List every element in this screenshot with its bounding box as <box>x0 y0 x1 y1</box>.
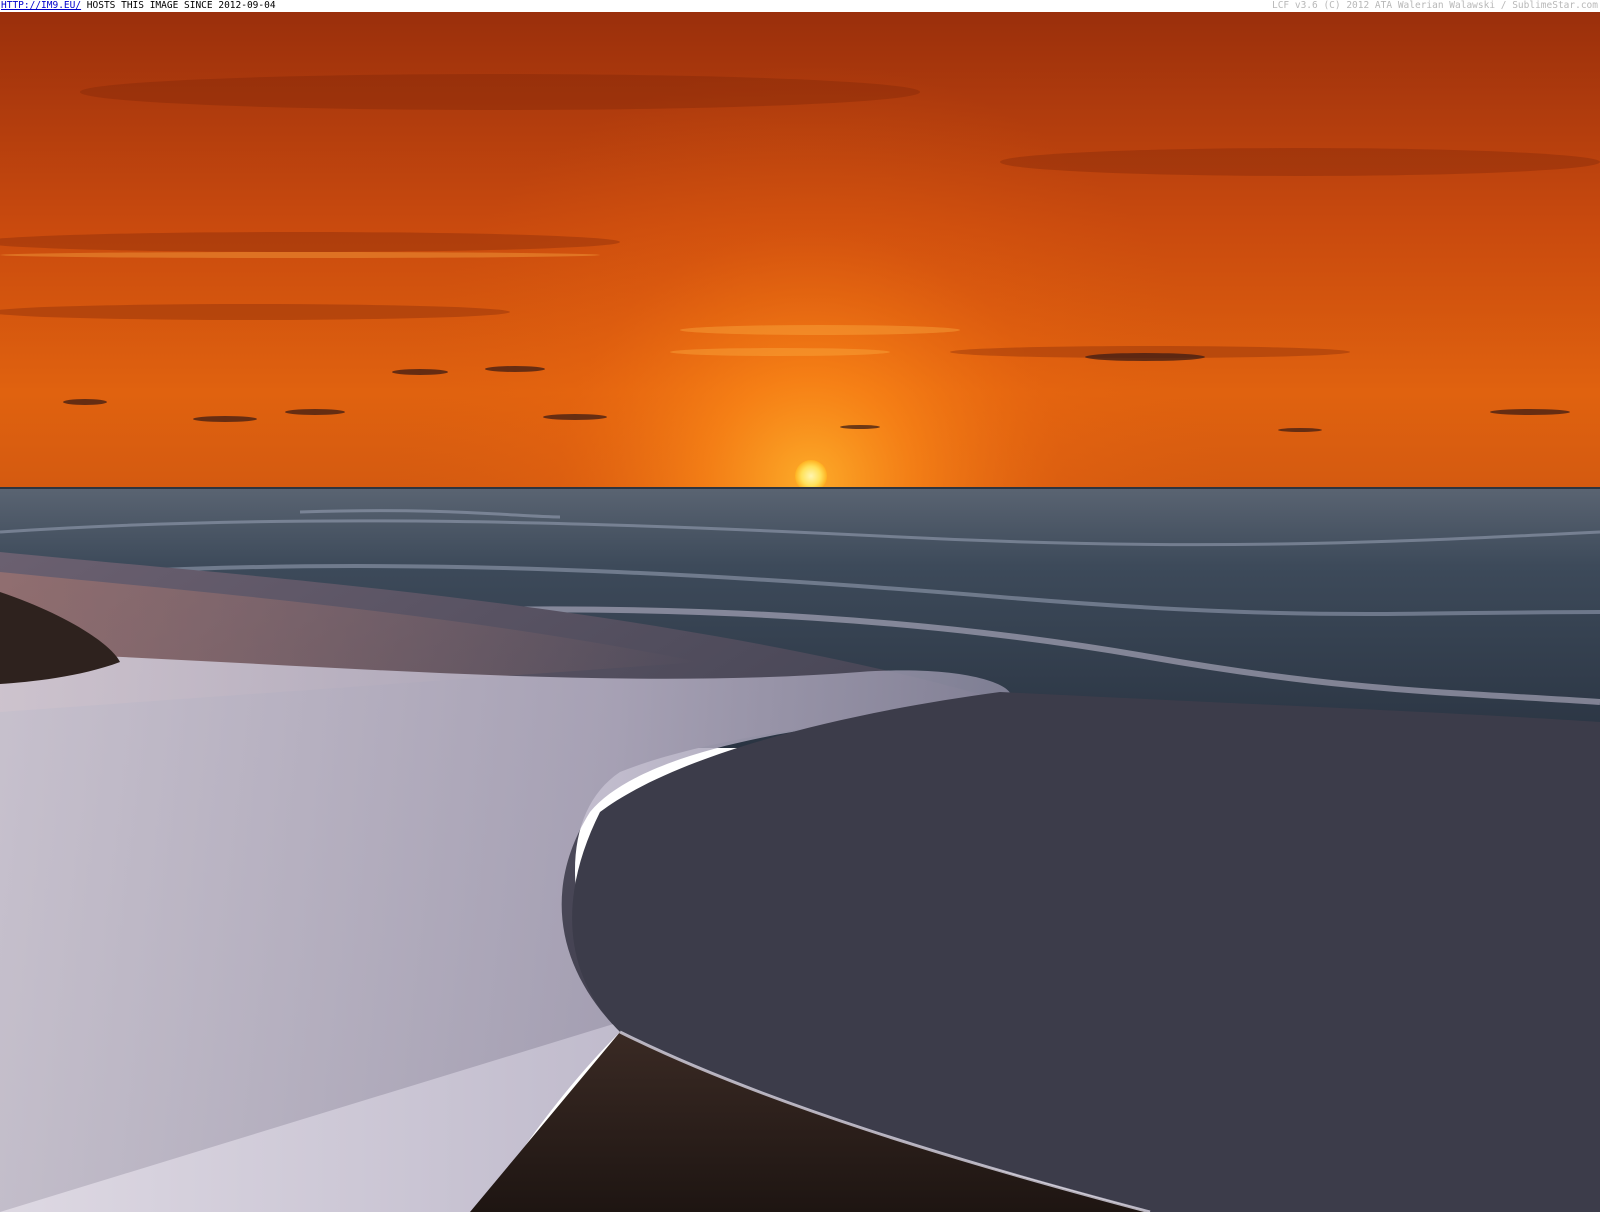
host-banner-left: HTTP://IM9.EU/ HOSTS THIS IMAGE SINCE 20… <box>1 0 276 12</box>
host-since-text: HOSTS THIS IMAGE SINCE 2012-09-04 <box>81 0 276 11</box>
host-link[interactable]: HTTP://IM9.EU/ <box>1 0 81 11</box>
sunset-beach-photo <box>0 12 1600 1212</box>
credit-text: LCF v3.6 (C) 2012 ATA Walerian Walawski … <box>1271 0 1598 11</box>
page: HTTP://IM9.EU/ HOSTS THIS IMAGE SINCE 20… <box>0 0 1600 1212</box>
photo-canvas <box>0 12 1600 1212</box>
host-banner: HTTP://IM9.EU/ HOSTS THIS IMAGE SINCE 20… <box>0 0 1600 12</box>
